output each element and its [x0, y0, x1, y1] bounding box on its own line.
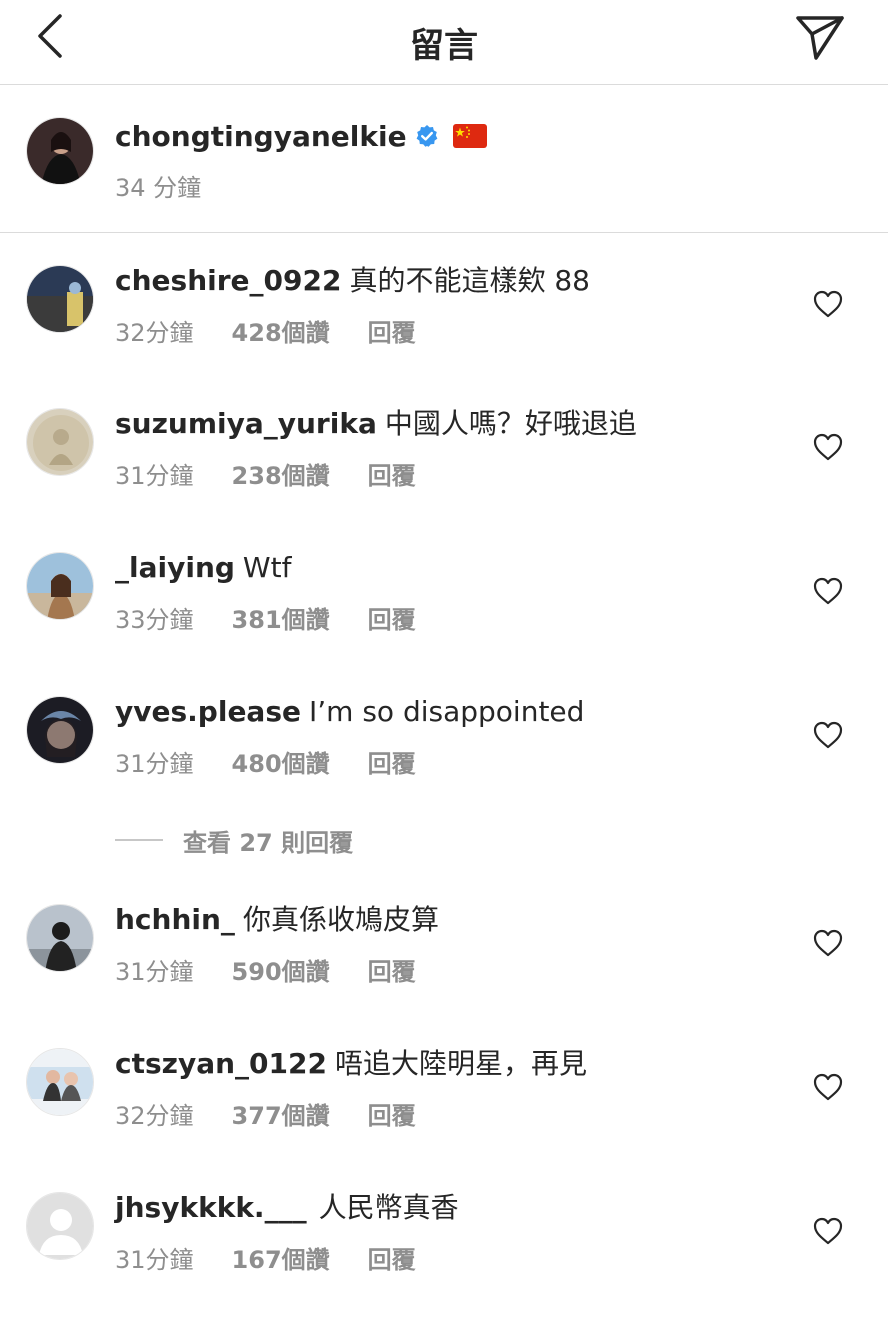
comment-time: 32分鐘: [115, 1102, 194, 1130]
paper-plane-icon: [796, 16, 844, 60]
comment-time: 31分鐘: [115, 1246, 194, 1274]
comment-username[interactable]: jhsykkkk.___: [115, 1191, 307, 1224]
view-replies-label: 查看 27 則回覆: [183, 828, 354, 857]
comment-item: yves.please I’m so disappointed 31分鐘 480個…: [0, 695, 888, 836]
reply-button[interactable]: 回覆: [368, 456, 416, 491]
comment-likes[interactable]: 167個讚: [232, 1240, 330, 1275]
comment-username[interactable]: suzumiya_yurika: [115, 407, 377, 440]
comment-username[interactable]: ctszyan_0122: [115, 1047, 327, 1080]
comment-item: hchhin_ 你真係收鳩皮算 31分鐘 590個讚 回覆: [0, 903, 888, 1044]
heart-icon[interactable]: [812, 720, 844, 750]
comment-likes[interactable]: 381個讚: [232, 600, 330, 635]
comment-time: 33分鐘: [115, 606, 194, 634]
avatar[interactable]: [26, 552, 94, 620]
avatar[interactable]: [26, 117, 94, 185]
comment-text: 真的不能這樣欸 88: [349, 264, 590, 297]
comment-item: suzumiya_yurika 中國人嗎？好哦退追 31分鐘 238個讚 回覆: [0, 407, 888, 548]
comment-text: Wtf: [242, 551, 292, 584]
china-flag-icon: [452, 124, 487, 148]
heart-icon[interactable]: [812, 432, 844, 462]
heart-icon[interactable]: [812, 289, 844, 319]
avatar[interactable]: [26, 265, 94, 333]
avatar[interactable]: [26, 1192, 94, 1260]
comment-time: 31分鐘: [115, 958, 194, 986]
comment-item: ctszyan_0122 唔追大陸明星，再見 32分鐘 377個讚 回覆: [0, 1047, 888, 1188]
comment-username[interactable]: _laiying: [115, 551, 235, 584]
top-bar: 留言: [0, 0, 888, 85]
heart-icon[interactable]: [812, 576, 844, 606]
comment-item: cheshire_0922 真的不能這樣欸 88 32分鐘 428個讚 回覆: [0, 264, 888, 405]
comment-username[interactable]: yves.please: [115, 695, 301, 728]
reply-button[interactable]: 回覆: [368, 600, 416, 635]
heart-icon[interactable]: [812, 1072, 844, 1102]
caption-username[interactable]: chongtingyanelkie: [115, 120, 407, 153]
divider-line: [115, 839, 163, 841]
comment-text: 中國人嗎？好哦退追: [384, 407, 637, 440]
comment-likes[interactable]: 238個讚: [232, 456, 330, 491]
comment-text: 唔追大陸明星，再見: [334, 1047, 587, 1080]
comment-time: 31分鐘: [115, 750, 194, 778]
comment-likes[interactable]: 480個讚: [232, 744, 330, 779]
reply-button[interactable]: 回覆: [368, 744, 416, 779]
avatar[interactable]: [26, 696, 94, 764]
heart-icon[interactable]: [812, 1216, 844, 1246]
avatar[interactable]: [26, 1048, 94, 1116]
heart-icon[interactable]: [812, 928, 844, 958]
avatar[interactable]: [26, 904, 94, 972]
caption-username-row: chongtingyanelkie: [115, 118, 487, 154]
comment-likes[interactable]: 428個讚: [232, 313, 330, 348]
post-caption: [0, 85, 888, 233]
page-title: 留言: [410, 26, 478, 66]
reply-button[interactable]: 回覆: [368, 1096, 416, 1131]
comment-text: I’m so disappointed: [308, 695, 585, 728]
caption-timestamp: 34 分鐘: [115, 174, 202, 202]
reply-button[interactable]: 回覆: [368, 313, 416, 348]
avatar-image: [27, 118, 93, 184]
comment-item: jhsykkkk.___ 人民幣真香 31分鐘 167個讚 回覆: [0, 1191, 888, 1332]
comment-time: 32分鐘: [115, 319, 194, 347]
verified-badge-icon: [416, 125, 437, 147]
comment-item: _laiying Wtf 33分鐘 381個讚 回覆: [0, 551, 888, 692]
avatar[interactable]: [26, 408, 94, 476]
comment-text: 你真係收鳩皮算: [242, 903, 439, 936]
comment-likes[interactable]: 590個讚: [232, 952, 330, 987]
share-button[interactable]: [792, 12, 848, 64]
comment-username[interactable]: hchhin_: [115, 903, 235, 936]
comment-likes[interactable]: 377個讚: [232, 1096, 330, 1131]
reply-button[interactable]: 回覆: [368, 1240, 416, 1275]
reply-button[interactable]: 回覆: [368, 952, 416, 987]
view-replies-button[interactable]: 查看 27 則回覆: [115, 823, 353, 857]
comment-text: 人民幣真香: [318, 1191, 459, 1224]
default-avatar-icon: [27, 1193, 93, 1259]
comment-username[interactable]: cheshire_0922: [115, 264, 341, 297]
comment-time: 31分鐘: [115, 462, 194, 490]
